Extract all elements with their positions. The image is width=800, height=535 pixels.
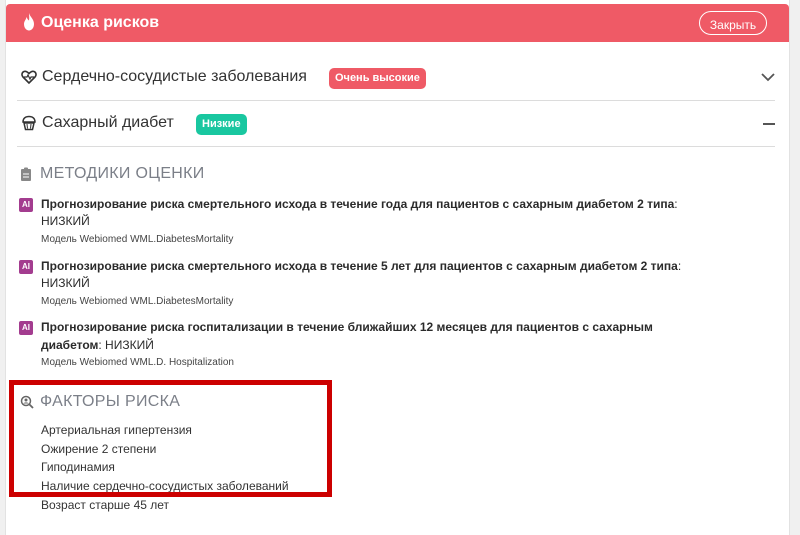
panel-title: Оценка рисков — [41, 14, 160, 31]
method-result: НИЗКИЙ — [41, 276, 90, 290]
method-result: НИЗКИЙ — [41, 214, 90, 228]
method-title: Прогнозирование риска смертельного исход… — [41, 259, 678, 273]
ai-icon: AI — [19, 321, 33, 335]
heartbeat-icon — [21, 70, 37, 85]
risk-factor-item: Возраст старше 45 лет — [41, 498, 170, 512]
methods-section-title: МЕТОДИКИ ОЦЕНКИ — [40, 165, 205, 182]
method-model: Модель Webiomed WML.DiabetesMortality — [41, 296, 234, 307]
accordion-cardiovascular[interactable]: Сердечно-сосудистые заболевания Очень вы… — [17, 55, 775, 101]
risk-badge-low: Низкие — [196, 114, 247, 135]
cupcake-icon — [22, 115, 36, 131]
accordion-diabetes[interactable]: Сахарный диабет Низкие — [17, 101, 775, 147]
method-model: Модель Webiomed WML.DiabetesMortality — [41, 234, 234, 245]
clipboard-icon — [21, 167, 31, 181]
panel-header: Оценка рисков Закрыть — [6, 4, 789, 42]
condition-label: Сердечно-сосудистые заболевания — [42, 68, 307, 85]
risk-badge-very-high: Очень высокие — [329, 68, 426, 89]
method-model: Модель Webiomed WML.D. Hospitalization — [41, 357, 234, 368]
condition-label: Сахарный диабет — [42, 114, 174, 131]
method-suffix: : — [674, 197, 678, 211]
method-title: Прогнозирование риска смертельного исход… — [41, 197, 675, 211]
flame-icon — [24, 13, 34, 31]
chevron-down-icon[interactable] — [761, 70, 775, 84]
ai-icon: AI — [19, 260, 33, 274]
method-suffix: : — [677, 259, 682, 273]
method-suffix: : НИЗКИЙ — [98, 338, 154, 352]
close-button[interactable]: Закрыть — [699, 11, 767, 35]
collapse-icon[interactable] — [763, 123, 775, 125]
highlight-box — [9, 380, 332, 497]
ai-icon: AI — [19, 198, 33, 212]
